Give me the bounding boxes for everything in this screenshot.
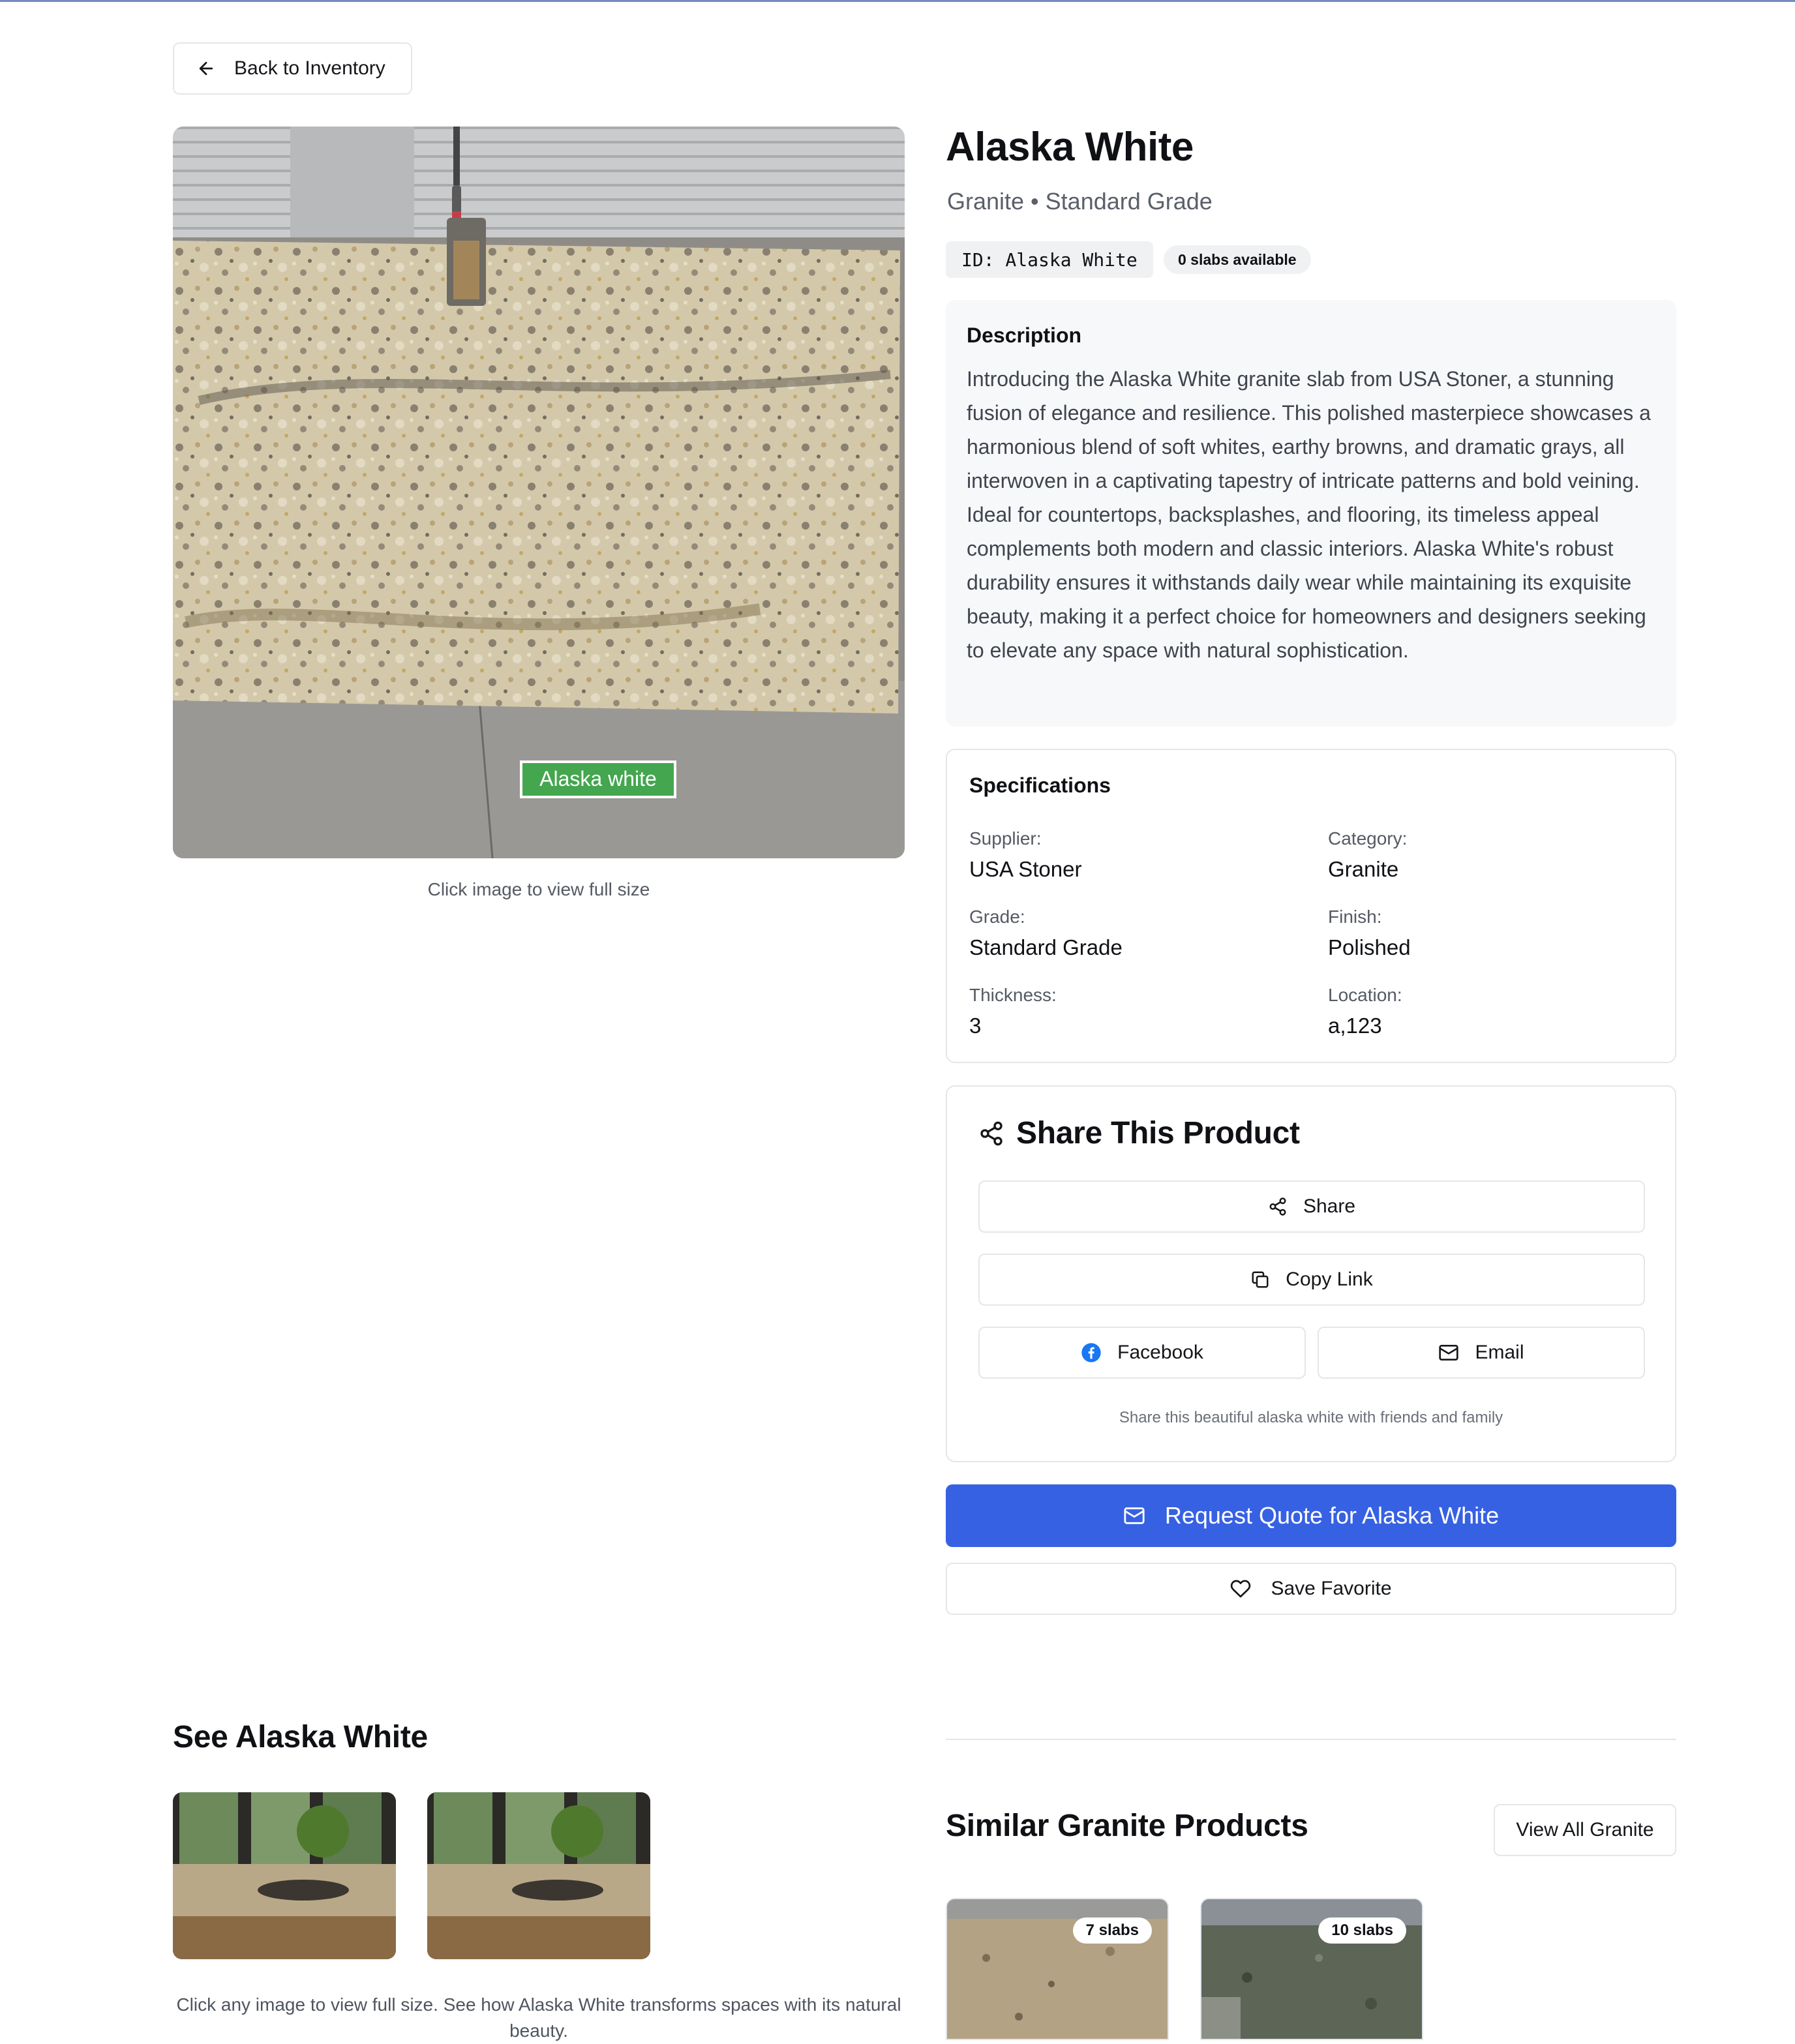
description-text: Introducing the Alaska White granite sla… (967, 367, 1651, 662)
spec-label: Grade: (969, 907, 1025, 927)
spec-label: Finish: (1328, 907, 1382, 927)
spec-value: Standard Grade (969, 935, 1123, 959)
description-title: Description (967, 323, 1082, 347)
spec-category: Category: Granite (1328, 828, 1407, 882)
spec-value: 3 (969, 1014, 982, 1038)
slab-count-badge: 7 slabs (1072, 1917, 1152, 1944)
share-button[interactable]: Share (978, 1180, 1645, 1233)
specifications-title: Specifications (969, 774, 1111, 797)
gallery-thumbnail[interactable] (173, 1792, 396, 1959)
spec-supplier: Supplier: USA Stoner (969, 828, 1081, 882)
arrow-left-icon (199, 61, 213, 76)
facebook-share-button[interactable]: Facebook (978, 1327, 1306, 1379)
spec-label: Location: (1328, 985, 1402, 1005)
save-favorite-button[interactable]: Save Favorite (946, 1563, 1676, 1615)
share-icon (1269, 1197, 1286, 1216)
facebook-label: Facebook (1117, 1342, 1203, 1363)
share-button-label: Share (1303, 1195, 1356, 1217)
slabs-available-badge: 0 slabs available (1164, 245, 1311, 274)
spec-label: Thickness: (969, 985, 1057, 1005)
copy-link-button[interactable]: Copy Link (978, 1254, 1645, 1306)
spec-value: USA Stoner (969, 857, 1082, 881)
share-header: Share This Product (978, 1115, 1300, 1151)
image-caption: Click image to view full size (427, 879, 650, 899)
spec-value: Granite (1328, 857, 1399, 881)
gallery-thumbnail[interactable] (427, 1792, 650, 1959)
back-to-inventory-button[interactable]: Back to Inventory (173, 42, 412, 95)
view-all-granite-button[interactable]: View All Granite (1494, 1804, 1676, 1856)
kitchen-photo (173, 1792, 396, 1959)
heart-icon (1231, 1580, 1251, 1598)
request-quote-label: Request Quote for Alaska White (1164, 1502, 1500, 1529)
spec-label: Supplier: (969, 828, 1042, 849)
view-all-label: View All Granite (1516, 1819, 1654, 1841)
description-card: Description Introducing the Alaska White… (946, 300, 1676, 727)
copy-link-label: Copy Link (1286, 1269, 1373, 1290)
similar-product-card[interactable]: 10 slabs (1200, 1898, 1423, 2040)
email-share-button[interactable]: Email (1318, 1327, 1645, 1379)
product-title: Alaska White (946, 125, 1194, 170)
gallery-caption: Click any image to view full size. See h… (176, 1994, 901, 2041)
similar-products-title: Similar Granite Products (946, 1809, 1308, 1843)
request-quote-button[interactable]: Request Quote for Alaska White (946, 1484, 1676, 1547)
back-label: Back to Inventory (234, 57, 385, 79)
spec-value: Polished (1328, 935, 1411, 959)
email-label: Email (1475, 1342, 1524, 1363)
kitchen-photo (427, 1792, 650, 1959)
product-subtitle: Granite • Standard Grade (947, 188, 1213, 215)
spec-location: Location: a,123 (1328, 985, 1402, 1038)
spec-thickness: Thickness: 3 (969, 985, 1057, 1038)
facebook-icon (1081, 1343, 1101, 1362)
share-note: Share this beautiful alaska white with f… (1119, 1409, 1503, 1426)
spec-value: a,123 (1328, 1014, 1382, 1038)
specifications-card: Specifications Supplier: USA Stoner Cate… (946, 749, 1676, 1063)
mail-icon (1124, 1507, 1145, 1524)
slab-count-badge: 10 slabs (1318, 1917, 1406, 1944)
copy-icon (1252, 1271, 1269, 1288)
spec-grade: Grade: Standard Grade (969, 907, 1123, 960)
spec-finish: Finish: Polished (1328, 907, 1411, 960)
share-card: Share This Product Share Copy Link Faceb… (946, 1085, 1676, 1462)
spec-label: Category: (1328, 828, 1408, 849)
slab-photo: Alaska white (173, 127, 905, 858)
similar-product-card[interactable]: 7 slabs (946, 1898, 1169, 2040)
share-icon (980, 1121, 1003, 1145)
share-title: Share This Product (1016, 1116, 1300, 1150)
save-favorite-label: Save Favorite (1271, 1578, 1392, 1599)
section-divider (946, 1739, 1676, 1740)
top-border (0, 0, 1795, 2)
mail-icon (1439, 1345, 1459, 1360)
see-section-title: See Alaska White (173, 1720, 428, 1754)
product-id-badge: ID: Alaska White (946, 241, 1153, 278)
product-main-image[interactable]: Alaska white (173, 127, 905, 858)
slab-label: Alaska white (539, 767, 657, 790)
